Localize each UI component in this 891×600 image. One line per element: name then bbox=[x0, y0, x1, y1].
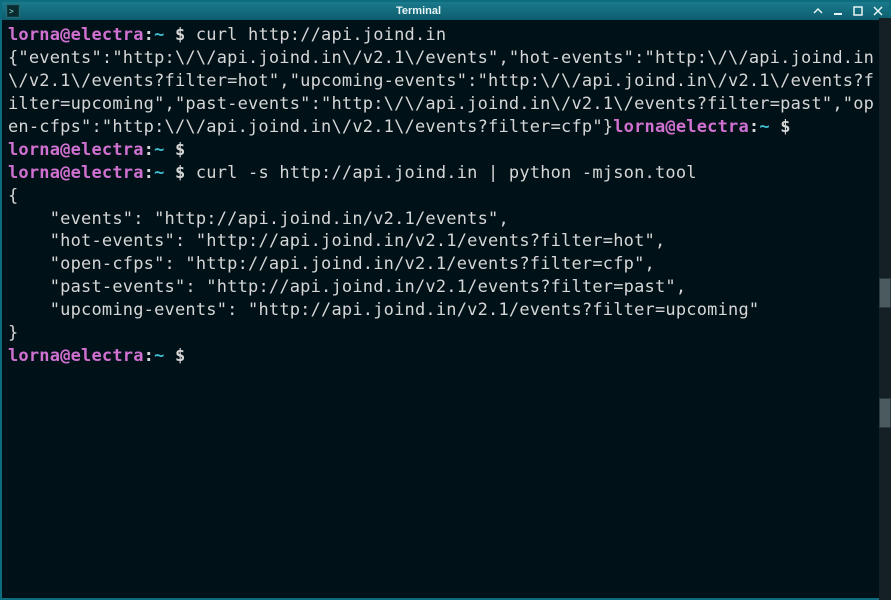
prompt-user: lorna@electra bbox=[8, 140, 144, 160]
prompt-colon: : bbox=[144, 25, 154, 45]
close-button[interactable] bbox=[871, 4, 885, 18]
prompt-path: ~ bbox=[154, 25, 164, 45]
prompt-symbol: $ bbox=[165, 346, 196, 366]
prompt-colon: : bbox=[749, 117, 759, 137]
rollup-button[interactable] bbox=[811, 4, 825, 18]
prompt-colon: : bbox=[144, 163, 154, 183]
window-title: Terminal bbox=[26, 5, 811, 17]
output-2-line-3: "hot-events": "http://api.joind.in/v2.1/… bbox=[8, 231, 665, 251]
prompt-symbol: $ bbox=[165, 163, 196, 183]
output-2-line-7: } bbox=[8, 323, 18, 343]
maximize-button[interactable] bbox=[851, 4, 865, 18]
prompt-symbol: $ bbox=[770, 117, 801, 137]
output-2-line-4: "open-cfps": "http://api.joind.in/v2.1/e… bbox=[8, 254, 655, 274]
terminal-window: > Terminal lorna@electra:~ $ curl http:/… bbox=[0, 0, 891, 600]
prompt-path: ~ bbox=[759, 117, 769, 137]
output-2-line-1: { bbox=[8, 186, 18, 206]
prompt-user: lorna@electra bbox=[8, 163, 144, 183]
terminal-icon: > bbox=[6, 4, 20, 18]
prompt-symbol: $ bbox=[165, 140, 196, 160]
terminal-output[interactable]: lorna@electra:~ $ curl http://api.joind.… bbox=[2, 20, 889, 598]
minimize-button[interactable] bbox=[831, 4, 845, 18]
output-2-line-5: "past-events": "http://api.joind.in/v2.1… bbox=[8, 277, 686, 297]
prompt-symbol: $ bbox=[165, 25, 196, 45]
prompt-colon: : bbox=[144, 140, 154, 160]
prompt-colon: : bbox=[144, 346, 154, 366]
scrollbar[interactable] bbox=[879, 18, 891, 600]
output-2-line-2: "events": "http://api.joind.in/v2.1/even… bbox=[8, 209, 509, 229]
svg-text:>: > bbox=[9, 7, 14, 16]
command-4: curl -s http://api.joind.in | python -mj… bbox=[196, 163, 697, 183]
scroll-thumb[interactable] bbox=[879, 398, 891, 428]
prompt-user: lorna@electra bbox=[8, 346, 144, 366]
prompt-path: ~ bbox=[154, 140, 164, 160]
prompt-path: ~ bbox=[154, 163, 164, 183]
output-2-line-6: "upcoming-events": "http://api.joind.in/… bbox=[8, 300, 759, 320]
command-1: curl http://api.joind.in bbox=[196, 25, 446, 45]
scroll-thumb[interactable] bbox=[879, 278, 891, 308]
prompt-user: lorna@electra bbox=[613, 117, 749, 137]
prompt-user: lorna@electra bbox=[8, 25, 144, 45]
prompt-path: ~ bbox=[154, 346, 164, 366]
window-controls bbox=[811, 4, 885, 18]
titlebar[interactable]: > Terminal bbox=[2, 2, 889, 20]
